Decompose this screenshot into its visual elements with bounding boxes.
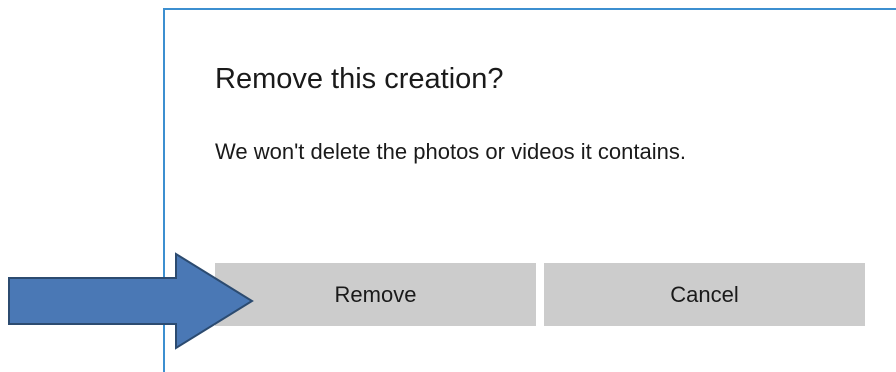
remove-button[interactable]: Remove bbox=[215, 263, 536, 326]
cancel-button[interactable]: Cancel bbox=[544, 263, 865, 326]
right-arrow-icon bbox=[8, 252, 254, 350]
arrow-shape bbox=[8, 252, 254, 350]
screenshot-stage: Remove this creation? We won't delete th… bbox=[0, 0, 896, 372]
dialog-title: Remove this creation? bbox=[215, 63, 504, 95]
remove-creation-dialog: Remove this creation? We won't delete th… bbox=[163, 8, 896, 372]
dialog-message: We won't delete the photos or videos it … bbox=[215, 139, 686, 164]
